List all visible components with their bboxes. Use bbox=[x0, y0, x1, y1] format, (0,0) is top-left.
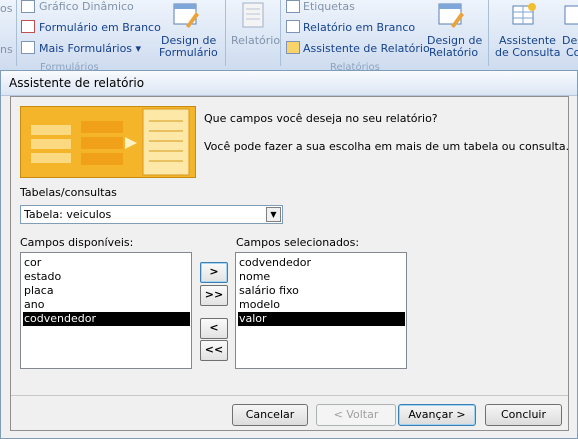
remove-all-fields-button[interactable]: << bbox=[200, 340, 228, 361]
selected-fields-label: Campos selecionados: bbox=[236, 236, 360, 249]
pivot-chart-icon bbox=[21, 0, 35, 13]
form-design-icon bbox=[173, 3, 199, 28]
more-forms-button[interactable]: Mais Formulários ▾ bbox=[39, 42, 141, 55]
report-wizard-icon bbox=[286, 41, 300, 54]
dialog-body: Que campos você deseja no seu relatório?… bbox=[10, 96, 569, 431]
query-design-partial[interactable]: Co bbox=[566, 46, 578, 59]
selected-fields-list[interactable]: codvendedor nome salário fixo modelo val… bbox=[235, 252, 407, 369]
available-fields-list[interactable]: cor estado placa ano codvendedor bbox=[20, 252, 192, 369]
report-design-icon bbox=[438, 3, 464, 28]
blank-report-button[interactable]: Relatório em Branco bbox=[303, 21, 415, 34]
dialog-separator bbox=[11, 395, 568, 396]
finish-button[interactable]: Concluir bbox=[485, 404, 562, 426]
labels-icon bbox=[286, 0, 300, 13]
wizard-hint: Você pode fazer a sua escolha em mais de… bbox=[204, 140, 570, 153]
report-button[interactable]: Relatório bbox=[231, 34, 280, 47]
dialog-title: Assistente de relatório bbox=[9, 76, 145, 90]
ribbon-separator bbox=[280, 0, 281, 66]
blank-form-button[interactable]: Formulário em Branco bbox=[39, 21, 161, 34]
wizard-illustration bbox=[20, 106, 196, 178]
labels-button[interactable]: Etiquetas bbox=[303, 0, 355, 13]
list-item-selected[interactable]: codvendedor bbox=[23, 312, 190, 326]
list-item[interactable]: salário fixo bbox=[238, 284, 299, 298]
ribbon-partial-label: os bbox=[0, 2, 13, 15]
list-item[interactable]: nome bbox=[238, 270, 270, 284]
remove-field-button[interactable]: < bbox=[200, 318, 228, 339]
list-item[interactable]: estado bbox=[23, 270, 61, 284]
report-wizard-dialog: Assistente de relatório Que campos você … bbox=[0, 70, 578, 439]
cancel-button[interactable]: Cancelar bbox=[232, 404, 308, 426]
query-design-icon bbox=[564, 5, 578, 25]
back-button[interactable]: < Voltar bbox=[316, 404, 396, 426]
more-forms-icon bbox=[21, 41, 35, 54]
chevron-down-icon[interactable]: ▼ bbox=[266, 207, 281, 222]
query-wizard-icon bbox=[512, 3, 536, 25]
ribbon: os ns Gráfico Dinâmico Formulário em Bra… bbox=[0, 0, 578, 73]
report-design-button-line2[interactable]: Relatório bbox=[429, 46, 478, 59]
list-item-selected[interactable]: valor bbox=[238, 312, 405, 326]
pivot-chart-button[interactable]: Gráfico Dinâmico bbox=[39, 0, 134, 13]
tables-dropdown[interactable]: Tabela: veiculos ▼ bbox=[20, 205, 283, 224]
tables-dropdown-value: Tabela: veiculos bbox=[24, 208, 112, 221]
add-all-fields-button[interactable]: >> bbox=[200, 285, 228, 306]
report-icon bbox=[242, 2, 264, 28]
list-item[interactable]: cor bbox=[23, 256, 41, 270]
list-item[interactable]: modelo bbox=[238, 298, 280, 312]
dialog-titlebar[interactable]: Assistente de relatório bbox=[1, 71, 577, 96]
available-fields-label: Campos disponíveis: bbox=[20, 236, 134, 249]
wizard-question: Que campos você deseja no seu relatório? bbox=[204, 112, 438, 125]
add-field-button[interactable]: > bbox=[200, 262, 228, 283]
tables-label: Tabelas/consultas bbox=[20, 186, 117, 199]
query-wizard-button-line2[interactable]: de Consulta bbox=[495, 46, 560, 59]
ribbon-separator bbox=[16, 0, 17, 66]
next-button[interactable]: Avançar > bbox=[398, 404, 476, 426]
list-item[interactable]: ano bbox=[23, 298, 44, 312]
report-wizard-button[interactable]: Assistente de Relatório bbox=[303, 42, 430, 55]
blank-form-icon bbox=[21, 20, 35, 33]
ribbon-separator bbox=[488, 0, 489, 66]
list-item[interactable]: placa bbox=[23, 284, 54, 298]
blank-report-icon bbox=[286, 20, 300, 33]
list-item[interactable]: codvendedor bbox=[238, 256, 311, 270]
form-design-button-line2[interactable]: Formulário bbox=[159, 46, 218, 59]
ribbon-partial-label: ns bbox=[0, 43, 13, 56]
ribbon-separator bbox=[225, 0, 226, 66]
